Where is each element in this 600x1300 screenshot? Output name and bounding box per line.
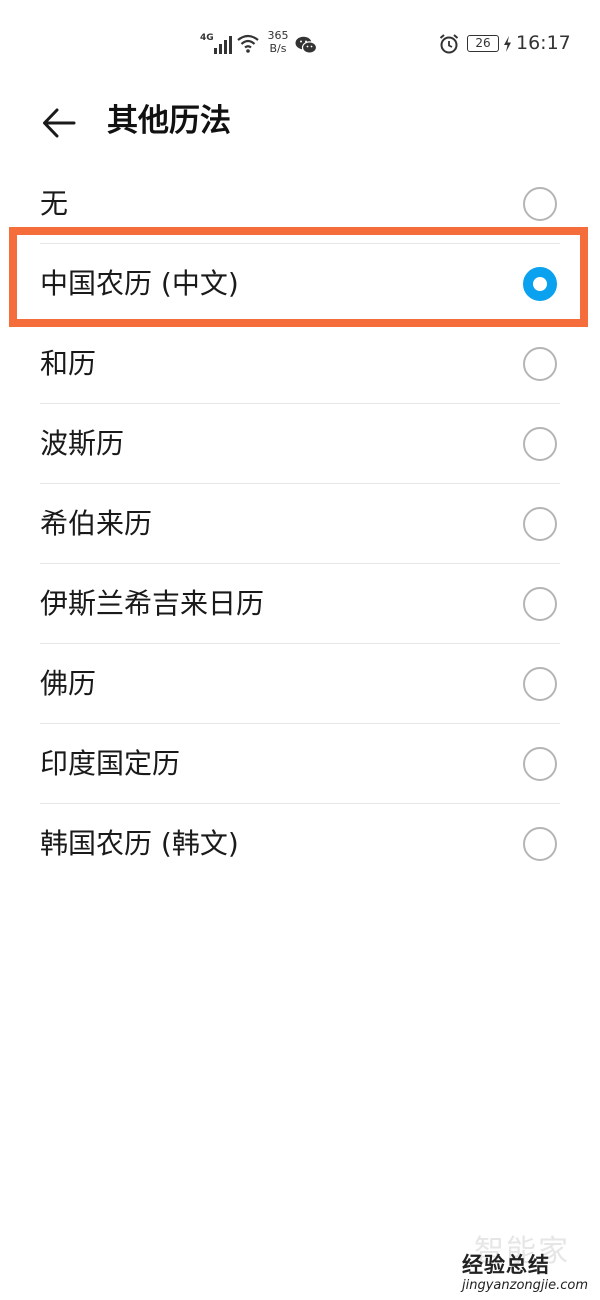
- option-label: 无: [40, 187, 69, 220]
- option-japanese[interactable]: 和历: [0, 324, 600, 404]
- watermark-url: jingyanzongjie.com: [462, 1278, 589, 1293]
- option-label: 和历: [40, 347, 97, 380]
- alarm-icon: [439, 34, 459, 54]
- network-speed: 365 B/s: [266, 29, 290, 55]
- clock: 16:17: [516, 32, 571, 54]
- radio-button[interactable]: [523, 747, 557, 781]
- status-bar: 4G 365 B/s 26 16:17: [0, 0, 600, 88]
- battery-level: 26: [475, 36, 491, 50]
- radio-button[interactable]: [523, 667, 557, 701]
- radio-button[interactable]: [523, 187, 557, 221]
- page-title: 其他历法: [107, 103, 231, 139]
- option-buddhist[interactable]: 佛历: [0, 644, 600, 724]
- charging-icon: [504, 36, 511, 52]
- speed-value: 365: [267, 29, 289, 42]
- signal-icon: [210, 34, 232, 54]
- option-label: 印度国定历: [40, 747, 181, 780]
- wechat-icon: [295, 36, 317, 54]
- option-hebrew[interactable]: 希伯来历: [0, 484, 600, 564]
- radio-button[interactable]: [523, 427, 557, 461]
- radio-button[interactable]: [523, 507, 557, 541]
- option-indian-national[interactable]: 印度国定历: [0, 724, 600, 804]
- speed-unit: B/s: [269, 42, 287, 55]
- radio-button[interactable]: [523, 587, 557, 621]
- option-korean-lunar[interactable]: 韩国农历 (韩文): [0, 804, 600, 884]
- option-label: 波斯历: [40, 427, 125, 460]
- highlight-annotation: [9, 227, 588, 327]
- option-label: 希伯来历: [40, 507, 153, 540]
- arrow-left-icon: [43, 108, 76, 138]
- watermark: 智能家 经验总结 jingyanzongjie.com: [440, 1220, 600, 1300]
- option-label: 韩国农历 (韩文): [40, 827, 239, 860]
- watermark-title: 经验总结: [462, 1253, 550, 1277]
- radio-button[interactable]: [523, 347, 557, 381]
- wifi-icon: [237, 34, 259, 53]
- option-label: 伊斯兰希吉来日历: [40, 587, 265, 620]
- option-label: 佛历: [40, 667, 97, 700]
- battery-icon: 26: [467, 35, 499, 52]
- option-islamic-hijri[interactable]: 伊斯兰希吉来日历: [0, 564, 600, 644]
- header: 其他历法: [0, 88, 600, 160]
- back-button[interactable]: [36, 98, 86, 148]
- option-persian[interactable]: 波斯历: [0, 404, 600, 484]
- radio-button[interactable]: [523, 827, 557, 861]
